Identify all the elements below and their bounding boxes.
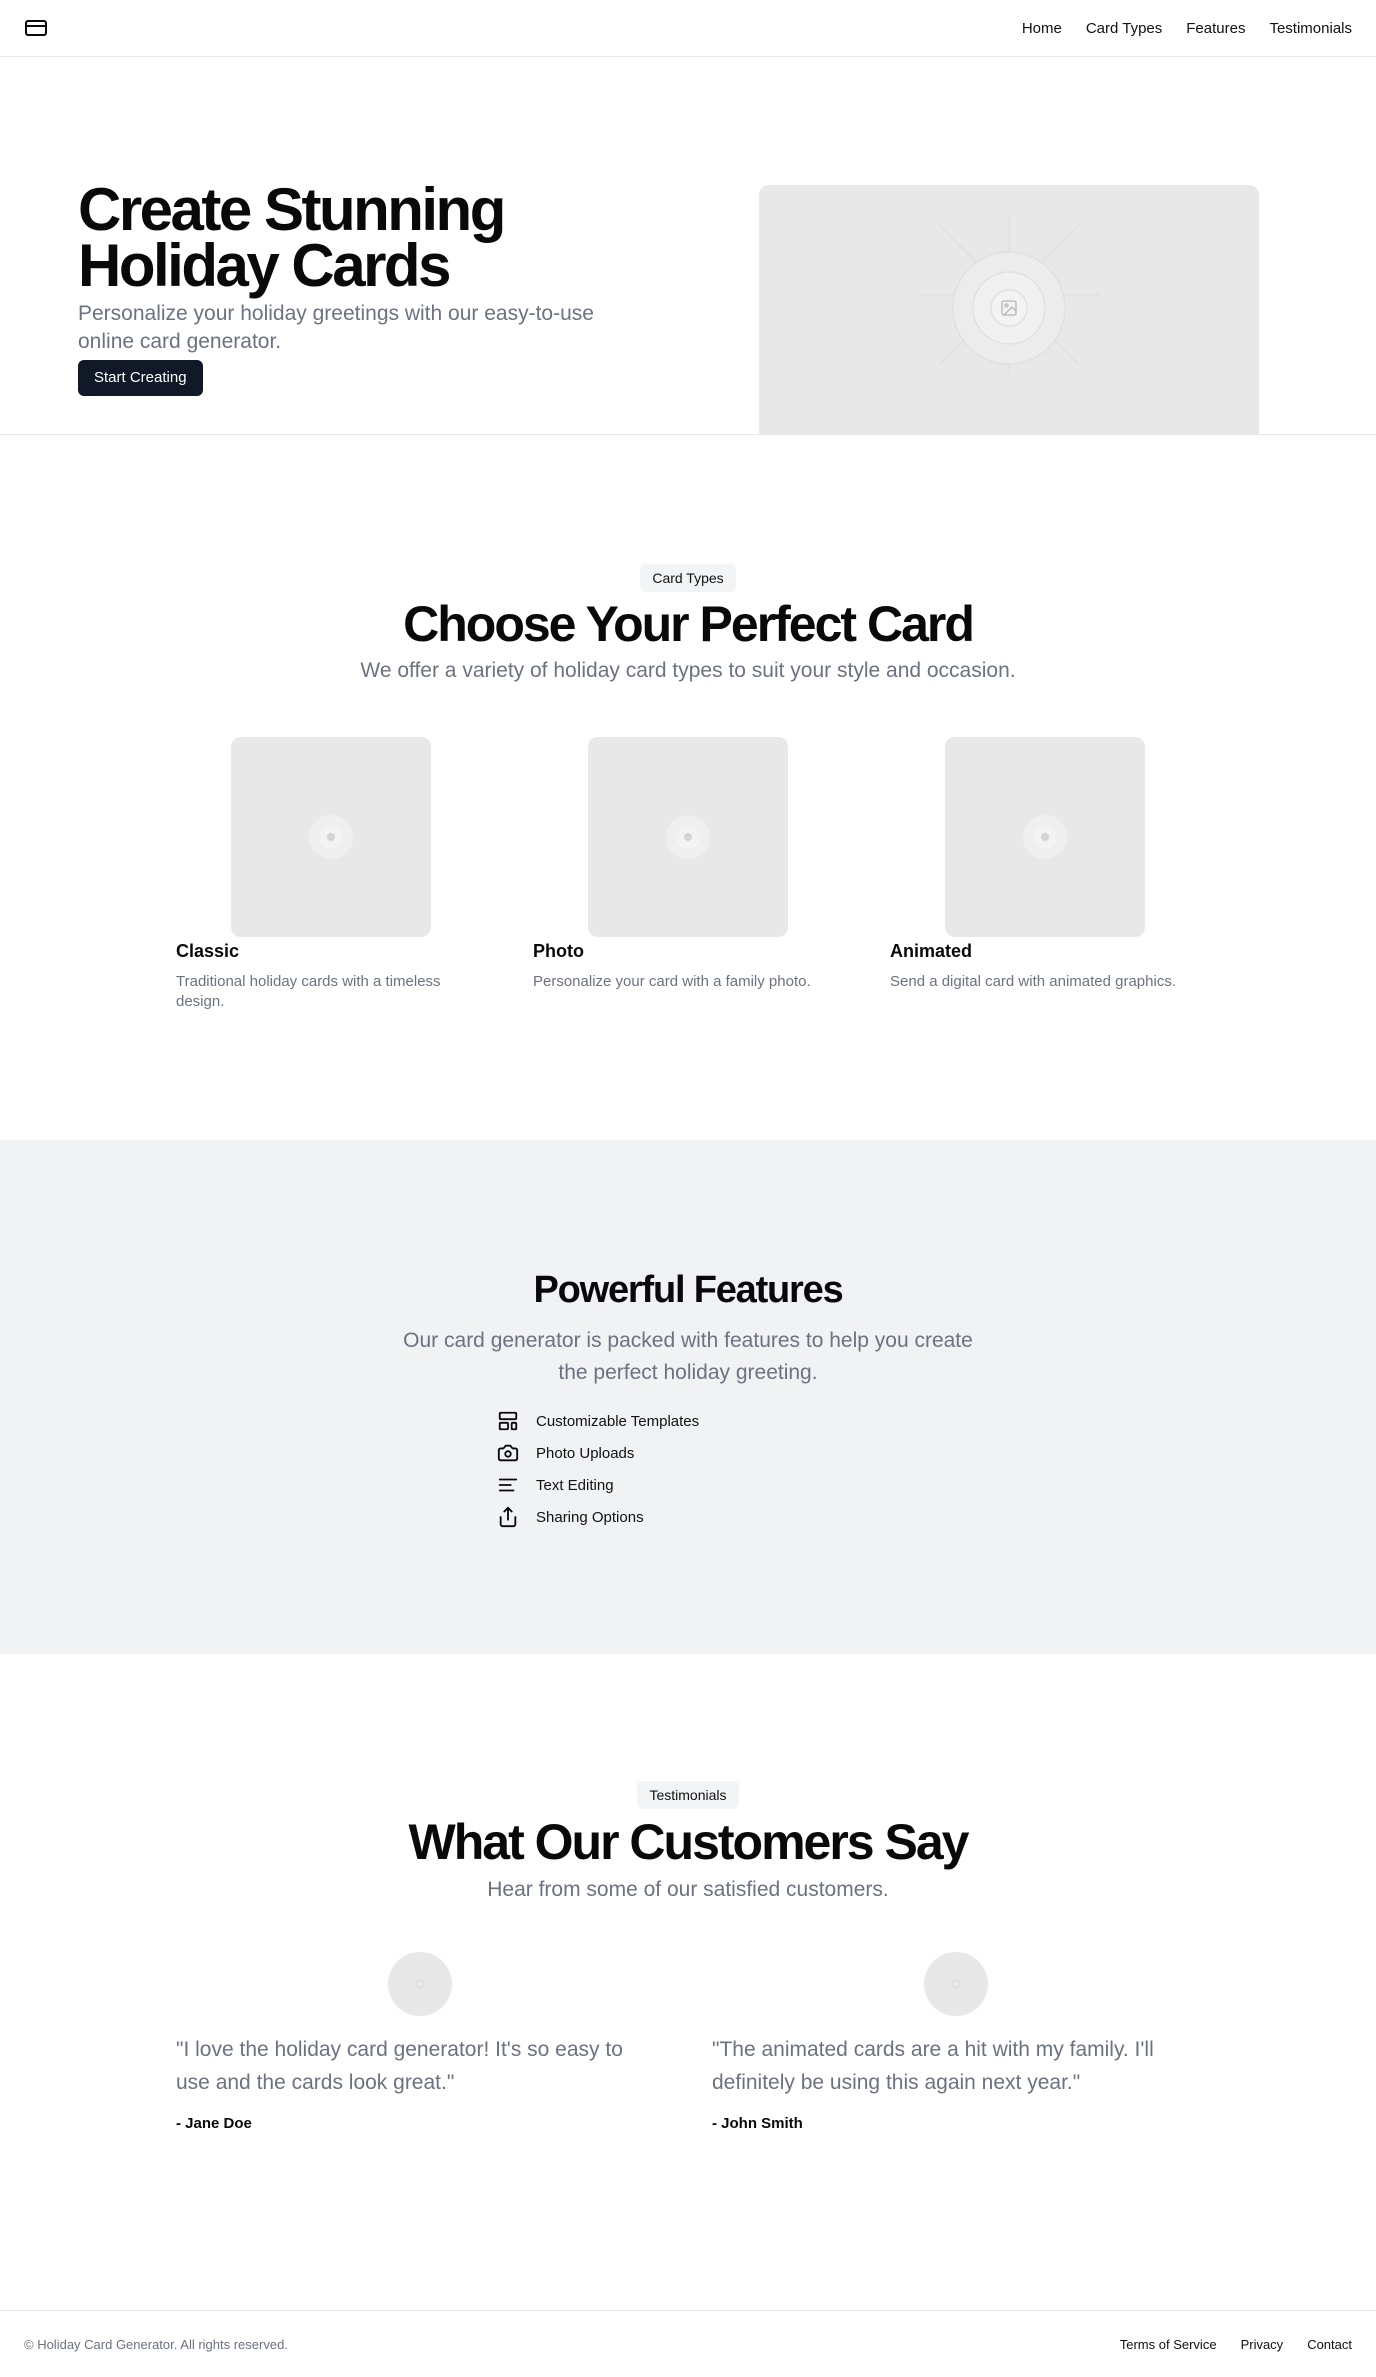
logo-link[interactable] [24,16,48,40]
card-image-animated [945,737,1145,937]
share-icon [496,1505,520,1529]
feature-label-text-editing: Text Editing [536,1476,614,1494]
features-subtitle-line1: Our card generator is packed with featur… [403,1329,973,1352]
footer-link-contact[interactable]: Contact [1307,2337,1352,2352]
features-section: Powerful Features Our card generator is … [0,1140,1376,1654]
hero-title-line2: Holiday Cards [78,232,451,299]
testimonials-badge-wrap: Testimonials [0,1781,1376,1809]
nav-link-card-types[interactable]: Card Types [1086,20,1162,37]
testimonials-title: What Our Customers Say [408,1814,970,1870]
image-placeholder-icon [666,815,710,859]
hero-title: Create Stunning Holiday Cards [78,180,638,296]
feature-label-photo-uploads: Photo Uploads [536,1444,635,1462]
footer-nav: Terms of Service Privacy Contact [1120,2337,1352,2352]
credit-card-icon [25,20,47,36]
testimonial-quote: "The animated cards are a hit with my fa… [712,2038,1154,2094]
camera-icon [496,1441,520,1465]
card-image-classic [231,737,431,937]
card-title-photo: Photo [533,941,584,961]
main-nav: Home Card Types Features Testimonials [1022,20,1352,37]
nav-link-testimonials[interactable]: Testimonials [1269,20,1352,37]
card-title-classic: Classic [176,941,240,961]
nav-link-features[interactable]: Features [1186,20,1245,37]
features-list: Customizable Templates Photo Uploads Tex… [496,1405,699,1533]
card-title-animated: Animated [890,941,973,961]
site-footer: © Holiday Card Generator. All rights res… [0,2310,1376,2377]
nav-link-home[interactable]: Home [1022,20,1062,37]
card-types-title: Choose Your Perfect Card [403,596,975,652]
copyright-text: © Holiday Card Generator. All rights res… [24,2336,288,2352]
feature-label-templates: Customizable Templates [536,1412,700,1430]
testimonial-quote: "I love the holiday card generator! It's… [176,2038,623,2094]
avatar-placeholder-icon [415,1979,425,1989]
hero-subtitle: Personalize your holiday greetings with … [78,302,594,353]
avatar [924,1952,988,2016]
features-subtitle-line2: the perfect holiday greeting. [558,1361,818,1384]
card-image-photo [588,737,788,937]
testimonial-author: - John Smith [712,2115,803,2132]
hero-text: Create Stunning Holiday Cards Personaliz… [78,180,638,396]
text-align-icon [496,1473,520,1497]
footer-link-privacy[interactable]: Privacy [1241,2337,1284,2352]
image-placeholder-icon [1023,815,1067,859]
footer-link-terms[interactable]: Terms of Service [1120,2337,1217,2352]
card-desc-classic: Traditional holiday cards with a timeles… [176,973,441,1010]
feature-item: Sharing Options [496,1501,699,1533]
card-types-subtitle: We offer a variety of holiday card types… [360,659,1016,682]
testimonials-badge: Testimonials [637,1781,739,1809]
image-placeholder-icon [309,815,353,859]
card-types-badge: Card Types [640,564,736,592]
image-placeholder-icon [919,215,1099,375]
avatar-placeholder-icon [951,1979,961,1989]
testimonials-subtitle: Hear from some of our satisfied customer… [487,1878,889,1901]
feature-item: Customizable Templates [496,1405,699,1437]
feature-item: Text Editing [496,1469,699,1501]
site-header: Home Card Types Features Testimonials [0,0,1376,57]
hero-section: Create Stunning Holiday Cards Personaliz… [0,57,1376,435]
avatar [388,1952,452,2016]
start-creating-button[interactable]: Start Creating [78,360,203,396]
testimonial-author: - Jane Doe [176,2115,252,2132]
card-types-badge-wrap: Card Types [0,564,1376,592]
feature-label-sharing: Sharing Options [536,1508,644,1526]
features-title: Powerful Features [533,1269,843,1311]
feature-item: Photo Uploads [496,1437,699,1469]
card-desc-animated: Send a digital card with animated graphi… [890,973,1176,990]
hero-image [759,185,1259,434]
card-desc-photo: Personalize your card with a family phot… [533,973,811,990]
layout-template-icon [496,1409,520,1433]
